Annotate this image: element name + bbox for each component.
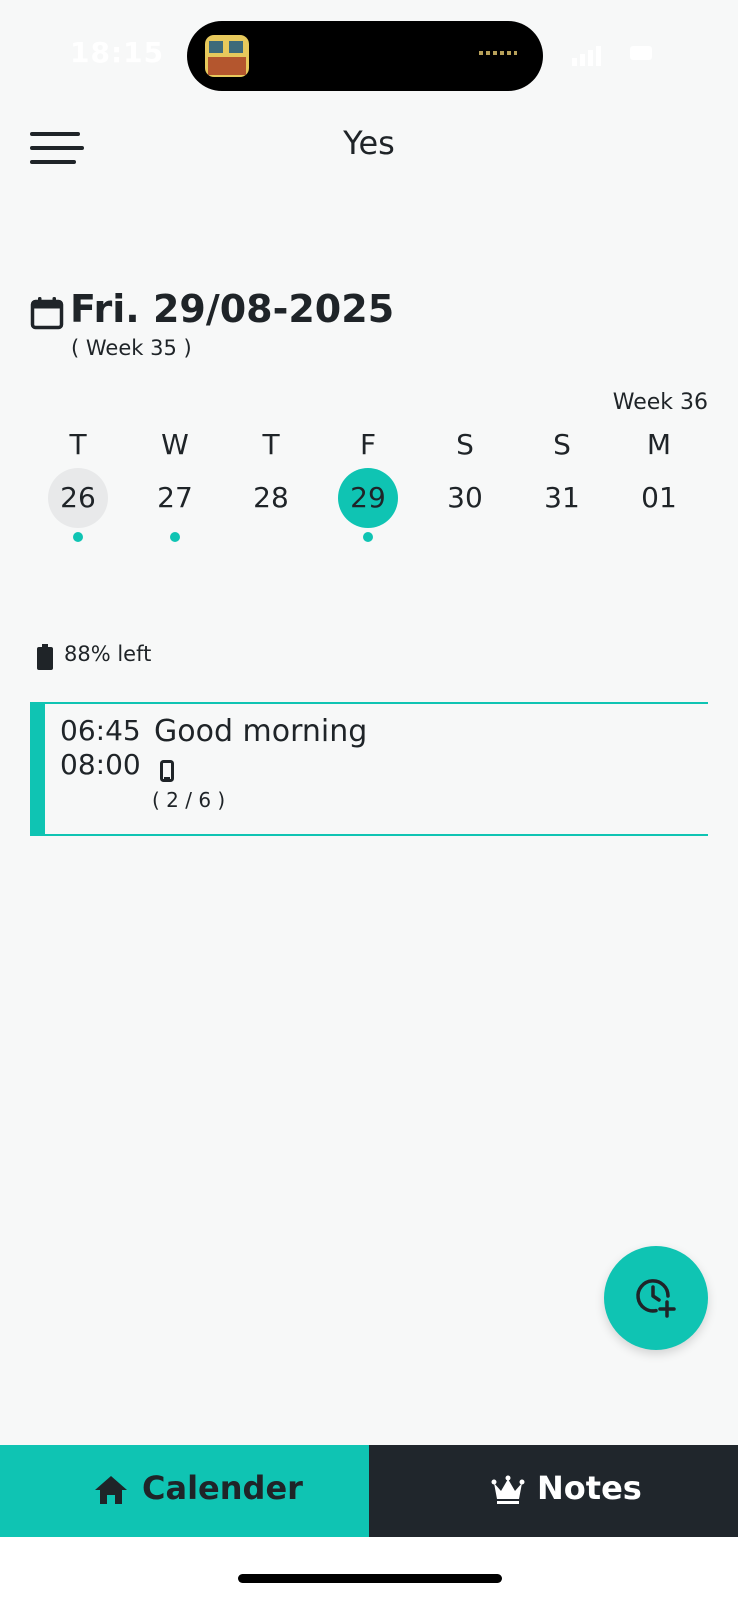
phone-icon <box>160 760 174 782</box>
battery-remaining-label: 88% left <box>64 642 152 666</box>
bottom-navigation: Calender Notes <box>0 1445 738 1537</box>
selected-date: Fri. 29/08-2025 <box>70 287 395 331</box>
event-end-time: 08:00 <box>60 748 141 781</box>
battery-icon <box>37 644 53 670</box>
calendar-icon <box>30 297 64 330</box>
home-icon <box>95 1476 127 1504</box>
day-number[interactable]: 28 <box>241 468 301 528</box>
page-title: Yes <box>343 124 395 162</box>
day-number[interactable]: 31 <box>532 468 592 528</box>
clock-plus-icon <box>636 1279 676 1318</box>
status-bar: 18:15 <box>0 0 738 110</box>
status-time: 18:15 <box>70 36 165 69</box>
event-dot <box>73 532 83 542</box>
day-letter: M <box>646 428 672 461</box>
day-number[interactable]: 26 <box>48 468 108 528</box>
add-reminder-button[interactable] <box>604 1246 708 1350</box>
day-number[interactable]: 27 <box>145 468 205 528</box>
next-week-label[interactable]: Week 36 <box>613 390 708 415</box>
event-title: Good morning <box>154 714 368 749</box>
event-dot <box>363 532 373 542</box>
day-letter: T <box>262 428 280 461</box>
tab-calendar-label: Calender <box>142 1469 303 1507</box>
crown-icon <box>491 1475 525 1504</box>
tab-calendar[interactable]: Calender <box>0 1445 369 1537</box>
battery-icon <box>630 46 652 60</box>
day-letter: T <box>69 428 87 461</box>
event-start-time: 06:45 <box>60 714 141 747</box>
event-count: ( 2 / 6 ) <box>152 788 226 812</box>
day-number[interactable]: 29 <box>338 468 398 528</box>
event-dot <box>170 532 180 542</box>
signal-icon <box>572 58 577 66</box>
home-indicator[interactable] <box>238 1574 502 1583</box>
home-indicator-area <box>0 1537 738 1600</box>
tab-notes[interactable]: Notes <box>369 1445 738 1537</box>
day-letter: W <box>161 428 189 461</box>
event-accent-bar <box>30 702 45 836</box>
day-letter: S <box>456 428 474 461</box>
activity-dots-icon <box>479 51 517 55</box>
week-number: ( Week 35 ) <box>71 336 192 360</box>
dynamic-island <box>187 21 543 91</box>
status-indicators <box>572 42 668 66</box>
live-activity-app-icon <box>205 35 249 77</box>
day-letter: F <box>359 428 377 461</box>
day-letter: S <box>553 428 571 461</box>
day-number[interactable]: 01 <box>629 468 689 528</box>
tab-notes-label: Notes <box>537 1469 642 1507</box>
event-card[interactable]: 06:45 08:00 Good morning ( 2 / 6 ) <box>30 702 708 836</box>
day-number[interactable]: 30 <box>435 468 495 528</box>
